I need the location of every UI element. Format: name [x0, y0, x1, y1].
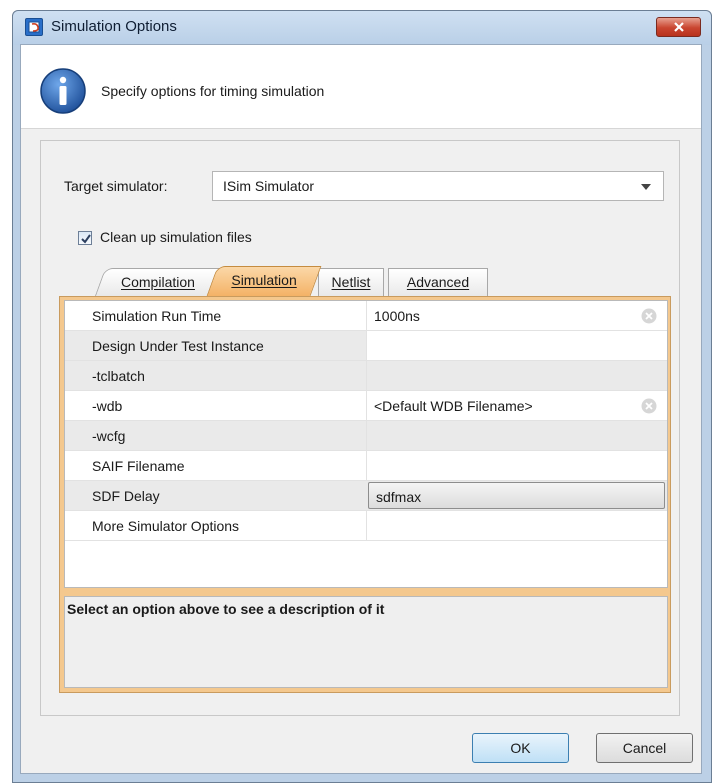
description-text: Select an option above to see a descript…: [67, 601, 385, 617]
tab-netlist-label: Netlist: [331, 274, 371, 290]
property-value[interactable]: [366, 331, 667, 360]
app-icon: [25, 18, 43, 36]
tab-advanced[interactable]: Advanced: [388, 268, 488, 296]
property-row[interactable]: More Simulator Options: [65, 511, 667, 541]
property-row[interactable]: SAIF Filename: [65, 451, 667, 481]
cleanup-label: Clean up simulation files: [100, 229, 252, 245]
tab-netlist[interactable]: Netlist: [318, 268, 384, 296]
property-value[interactable]: [366, 361, 667, 390]
close-button[interactable]: [656, 17, 701, 37]
description-pane: Select an option above to see a descript…: [64, 596, 668, 688]
property-value-text: sdfmax: [376, 489, 422, 505]
cancel-button[interactable]: Cancel: [596, 733, 693, 763]
property-value[interactable]: [366, 421, 667, 450]
info-icon: [40, 68, 86, 114]
property-name: More Simulator Options: [92, 518, 240, 534]
target-simulator-value: ISim Simulator: [223, 178, 315, 194]
cleanup-checkbox[interactable]: [78, 231, 92, 245]
header-area: Specify options for timing simulation: [21, 45, 701, 129]
property-value[interactable]: [366, 511, 667, 540]
tab-simulation[interactable]: Simulation: [206, 266, 322, 296]
property-value-text: 1000ns: [374, 308, 420, 324]
clear-icon[interactable]: [641, 398, 657, 414]
property-row[interactable]: -wdb <Default WDB Filename>: [65, 391, 667, 421]
property-name: -wdb: [92, 398, 123, 414]
sdf-delay-dropdown[interactable]: sdfmax: [368, 482, 665, 509]
title-bar[interactable]: Simulation Options: [13, 11, 711, 45]
property-name: Simulation Run Time: [92, 308, 222, 324]
property-row[interactable]: -wcfg: [65, 421, 667, 451]
checkmark-icon: [81, 234, 91, 244]
property-value[interactable]: [366, 451, 667, 480]
tab-compilation[interactable]: Compilation: [94, 268, 221, 296]
property-row[interactable]: Simulation Run Time 1000ns: [65, 301, 667, 331]
property-value[interactable]: 1000ns: [366, 301, 667, 330]
property-name: Design Under Test Instance: [92, 338, 264, 354]
property-name: -wcfg: [92, 428, 126, 444]
window-title: Simulation Options: [51, 18, 177, 35]
property-row[interactable]: -tclbatch: [65, 361, 667, 391]
property-value[interactable]: <Default WDB Filename>: [366, 391, 667, 420]
property-row[interactable]: Design Under Test Instance: [65, 331, 667, 361]
target-simulator-select[interactable]: ISim Simulator: [212, 171, 664, 201]
tab-compilation-label: Compilation: [120, 274, 195, 290]
header-text: Specify options for timing simulation: [101, 83, 325, 99]
tab-simulation-label: Simulation: [231, 272, 298, 288]
close-icon: [673, 22, 684, 32]
property-name: SDF Delay: [92, 488, 160, 504]
property-grid: Simulation Run Time 1000ns Design Under …: [64, 300, 668, 588]
chevron-down-icon: [641, 184, 651, 190]
property-name: SAIF Filename: [92, 458, 185, 474]
property-row[interactable]: SDF Delay sdfmax: [65, 481, 667, 511]
target-simulator-label: Target simulator:: [64, 178, 168, 194]
property-value-text: <Default WDB Filename>: [374, 398, 533, 414]
clear-icon[interactable]: [641, 308, 657, 324]
ok-button[interactable]: OK: [472, 733, 569, 763]
tab-advanced-label: Advanced: [406, 274, 470, 290]
property-name: -tclbatch: [92, 368, 145, 384]
